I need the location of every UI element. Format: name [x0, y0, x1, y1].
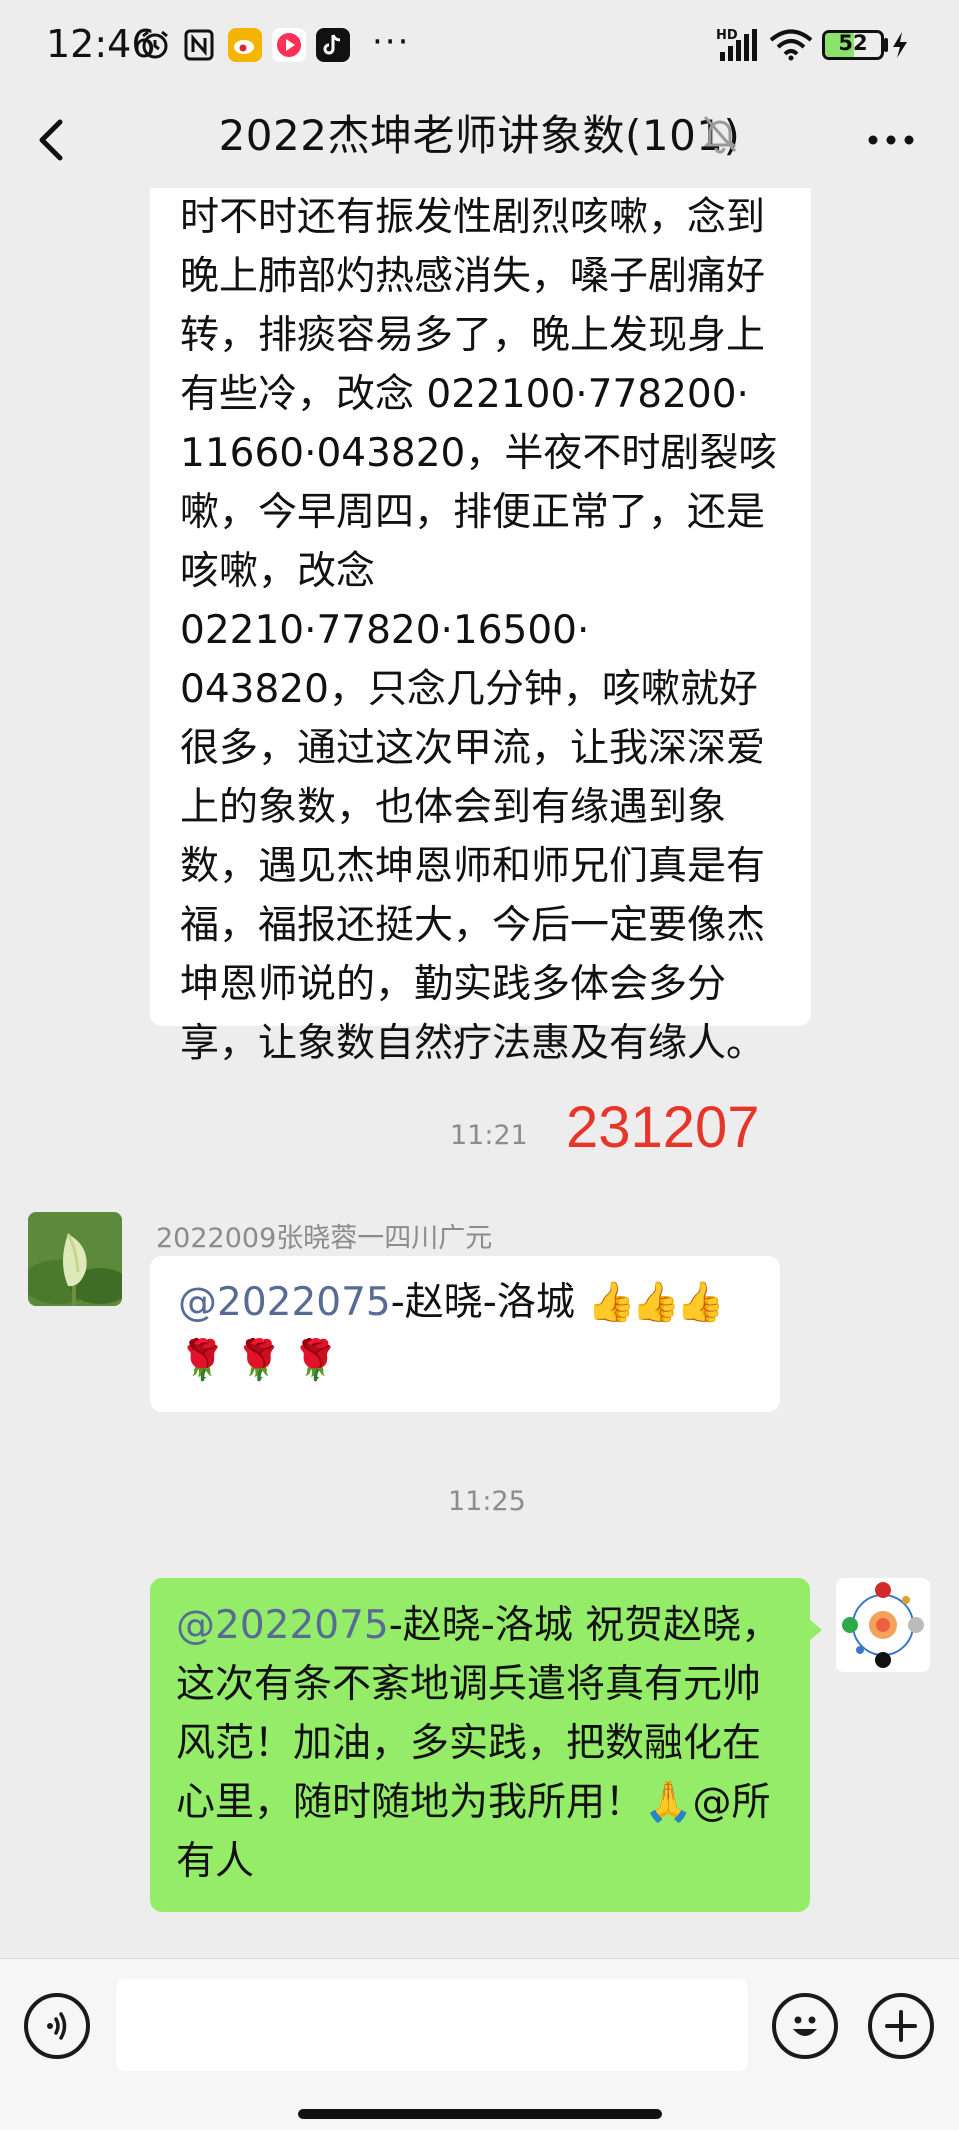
- time-divider: 11:21: [450, 1120, 528, 1151]
- sender-name: 2022009张晓蓉一四川广元: [156, 1223, 493, 1254]
- wifi-icon: [768, 28, 814, 62]
- alarm-icon: [138, 28, 172, 62]
- page-title: 2022杰坤老师讲象数(101): [0, 102, 959, 163]
- message-bubble[interactable]: @2022075-赵晓-洛城 👍👍👍 🌹🌹🌹: [150, 1256, 780, 1412]
- message-text: 时不时还有振发性剧烈咳嗽，念到 晚上肺部灼热感消失，嗓子剧痛好 转，排痰容易多了，晚…: [180, 188, 789, 1073]
- message-line: 福，福报还挺大，今后一定要像杰: [180, 903, 766, 948]
- message-line: 晚上肺部灼热感消失，嗓子剧痛好: [180, 254, 766, 299]
- message-line: 咳嗽，改念 02210·77820·16500·: [180, 549, 590, 653]
- message-input[interactable]: [116, 1979, 748, 2071]
- chat-title: 2022杰坤老师讲象数(101): [218, 111, 741, 160]
- thumbs-up-emoji: 👍👍👍: [587, 1280, 725, 1325]
- avatar[interactable]: [836, 1578, 930, 1672]
- status-overflow: ···: [372, 22, 411, 62]
- message-line: 很多，通过这次甲流，让我深深爱: [180, 726, 766, 771]
- message-line: 享，让象数自然疗法惠及有缘人。: [180, 1021, 766, 1066]
- message-bubble[interactable]: @2022075-赵晓-洛城 祝贺赵晓， 这次有条不紊地调兵遣将真有元帅 风范！…: [150, 1578, 810, 1912]
- message-line: 时不时还有振发性剧烈咳嗽，念到: [180, 195, 766, 240]
- message-line: 043820，只念几分钟，咳嗽就好: [180, 667, 758, 712]
- mute-bell-icon: [702, 114, 742, 158]
- message-line: 有些冷，改念 022100·778200·: [180, 372, 749, 417]
- weibo-icon: [228, 28, 262, 62]
- message-line: 上的象数，也体会到有缘遇到象: [180, 785, 727, 830]
- plus-icon[interactable]: [868, 1993, 934, 2059]
- message-bubble[interactable]: 时不时还有振发性剧烈咳嗽，念到 晚上肺部灼热感消失，嗓子剧痛好 转，排痰容易多了，晚…: [150, 188, 811, 1066]
- message-line: 坤恩师说的，勤实践多体会多分: [180, 962, 727, 1007]
- more-icon[interactable]: [866, 126, 916, 154]
- message-text: @2022075-赵晓-洛城 祝贺赵晓， 这次有条不紊地调兵遣将真有元帅 风范！…: [176, 1603, 781, 1884]
- nfc-icon: [182, 28, 216, 62]
- mention-link[interactable]: @2022075: [178, 1280, 391, 1325]
- rose-emoji: 🌹🌹🌹: [178, 1338, 348, 1383]
- home-indicator[interactable]: [298, 2109, 662, 2119]
- message-text: @2022075-赵晓-洛城 👍👍👍: [178, 1280, 725, 1325]
- emoji-icon[interactable]: [772, 1993, 838, 2059]
- voice-icon[interactable]: [24, 1993, 90, 2059]
- input-bar: [0, 1958, 959, 2130]
- message-line: 嗽，今早周四，排便正常了，还是: [180, 490, 766, 535]
- douyin-icon: [316, 28, 350, 62]
- message-line: 数，遇见杰坤恩师和师兄们真是有: [180, 844, 766, 889]
- status-bar: 12:46 ··· HD 52: [0, 0, 959, 92]
- message-line: 11660·043820，半夜不时剧裂咳: [180, 431, 778, 476]
- charging-icon: [888, 28, 912, 62]
- nav-bar: 2022杰坤老师讲象数(101): [0, 92, 959, 188]
- battery-icon: 52: [822, 30, 884, 60]
- mention-link[interactable]: @2022075: [176, 1603, 389, 1648]
- message-line: 转，排痰容易多了，晚上发现身上: [180, 313, 766, 358]
- avatar[interactable]: [28, 1212, 122, 1306]
- chat-area[interactable]: 时不时还有振发性剧烈咳嗽，念到 晚上肺部灼热感消失，嗓子剧痛好 转，排痰容易多了，晚…: [0, 188, 959, 1958]
- time-divider: 11:25: [448, 1486, 526, 1517]
- red-annotation: 231207: [566, 1095, 760, 1160]
- music-icon: [272, 28, 306, 62]
- signal-icon: HD: [716, 28, 760, 62]
